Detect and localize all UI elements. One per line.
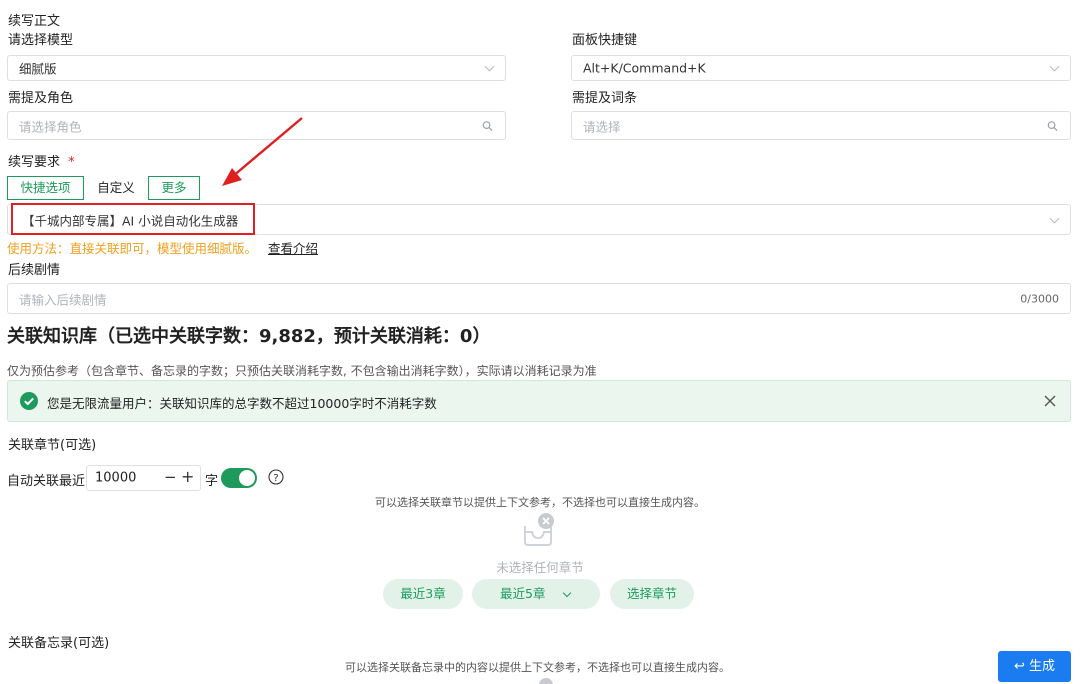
tab-quick-options[interactable]: 快捷选项	[7, 176, 84, 200]
required-mark: *	[68, 155, 75, 170]
generate-button[interactable]: ↩ 生成	[998, 651, 1071, 682]
plot-input[interactable]: 请输入后续剧情 0/3000	[7, 283, 1071, 314]
help-icon[interactable]: ?	[268, 469, 284, 485]
auto-link-label: 自动关联最近	[7, 474, 86, 489]
chevron-down-icon	[484, 61, 495, 72]
search-icon	[1047, 120, 1058, 131]
empty-inbox-icon	[524, 513, 554, 546]
chapters-label: 关联章节(可选)	[8, 438, 97, 453]
alert-text: 您是无限流量用户：关联知识库的总字数不超过10000字时不消耗字数	[47, 396, 437, 411]
chevron-down-icon	[1049, 61, 1060, 72]
roles-label: 需提及角色	[8, 91, 74, 106]
terms-placeholder: 请选择	[583, 119, 621, 134]
plot-label: 后续剧情	[8, 263, 61, 278]
auto-link-toggle[interactable]	[221, 468, 257, 488]
recent-3-chapters-button[interactable]: 最近3章	[383, 579, 463, 609]
recent-5-chapters-button[interactable]: 最近5章	[472, 579, 600, 609]
model-select[interactable]: 细腻版	[7, 55, 506, 81]
auto-link-value: 10000	[95, 470, 137, 486]
section-title: 续写正文	[8, 14, 61, 29]
chevron-down-icon[interactable]	[562, 588, 572, 598]
memos-label: 关联备忘录(可选)	[8, 636, 110, 651]
terms-label: 需提及词条	[572, 91, 638, 106]
empty-inbox-icon	[539, 678, 553, 684]
minus-icon[interactable]: −	[164, 468, 177, 486]
terms-select[interactable]: 请选择	[571, 111, 1071, 140]
tab-more[interactable]: 更多	[148, 176, 200, 200]
knowledge-note: 仅为预估参考（包含章节、备忘录的字数；只预估关联消耗字数, 不包含输出消耗字数）…	[7, 364, 597, 378]
chapters-empty-text: 未选择任何章节	[496, 560, 584, 575]
knowledge-title: 关联知识库（已选中关联字数：9,882，预计关联消耗：0）	[7, 326, 491, 347]
close-icon[interactable]	[1044, 395, 1056, 407]
annotation-highlight-box	[11, 203, 255, 235]
usage-note: 使用方法：直接关联即可，模型使用细腻版。	[7, 241, 258, 256]
plus-icon[interactable]: +	[181, 467, 194, 486]
select-chapters-button[interactable]: 选择章节	[610, 579, 694, 609]
plot-counter: 0/3000	[1020, 292, 1059, 305]
chapters-hint: 可以选择关联章节以提供上下文参考，不选择也可以直接生成内容。	[375, 496, 705, 509]
toggle-knob	[239, 470, 255, 486]
tab-custom[interactable]: 自定义	[85, 176, 147, 200]
search-icon	[482, 120, 493, 131]
hotkey-label: 面板快捷键	[572, 33, 638, 48]
roles-placeholder: 请选择角色	[19, 119, 82, 134]
svg-text:?: ?	[273, 473, 278, 484]
annotation-arrow-icon	[222, 117, 303, 186]
requirement-label-text: 续写要求	[8, 155, 61, 170]
plot-placeholder: 请输入后续剧情	[19, 292, 107, 307]
intro-link[interactable]: 查看介绍	[268, 238, 318, 257]
model-value: 细腻版	[19, 61, 57, 77]
hotkey-select[interactable]: Alt+K/Command+K	[571, 55, 1071, 81]
unit-label: 字	[205, 474, 219, 489]
auto-link-input[interactable]: 10000 − +	[86, 465, 201, 491]
model-label: 请选择模型	[8, 33, 74, 48]
memos-hint: 可以选择关联备忘录中的内容以提供上下文参考，不选择也可以直接生成内容。	[345, 661, 730, 674]
chevron-down-icon	[1049, 213, 1060, 224]
check-circle-icon	[20, 392, 38, 410]
recent-5-label: 最近5章	[500, 586, 546, 601]
hotkey-value: Alt+K/Command+K	[583, 60, 706, 76]
info-alert: 您是无限流量用户：关联知识库的总字数不超过10000字时不消耗字数	[7, 380, 1071, 422]
requirement-label: 续写要求 *	[8, 151, 75, 170]
